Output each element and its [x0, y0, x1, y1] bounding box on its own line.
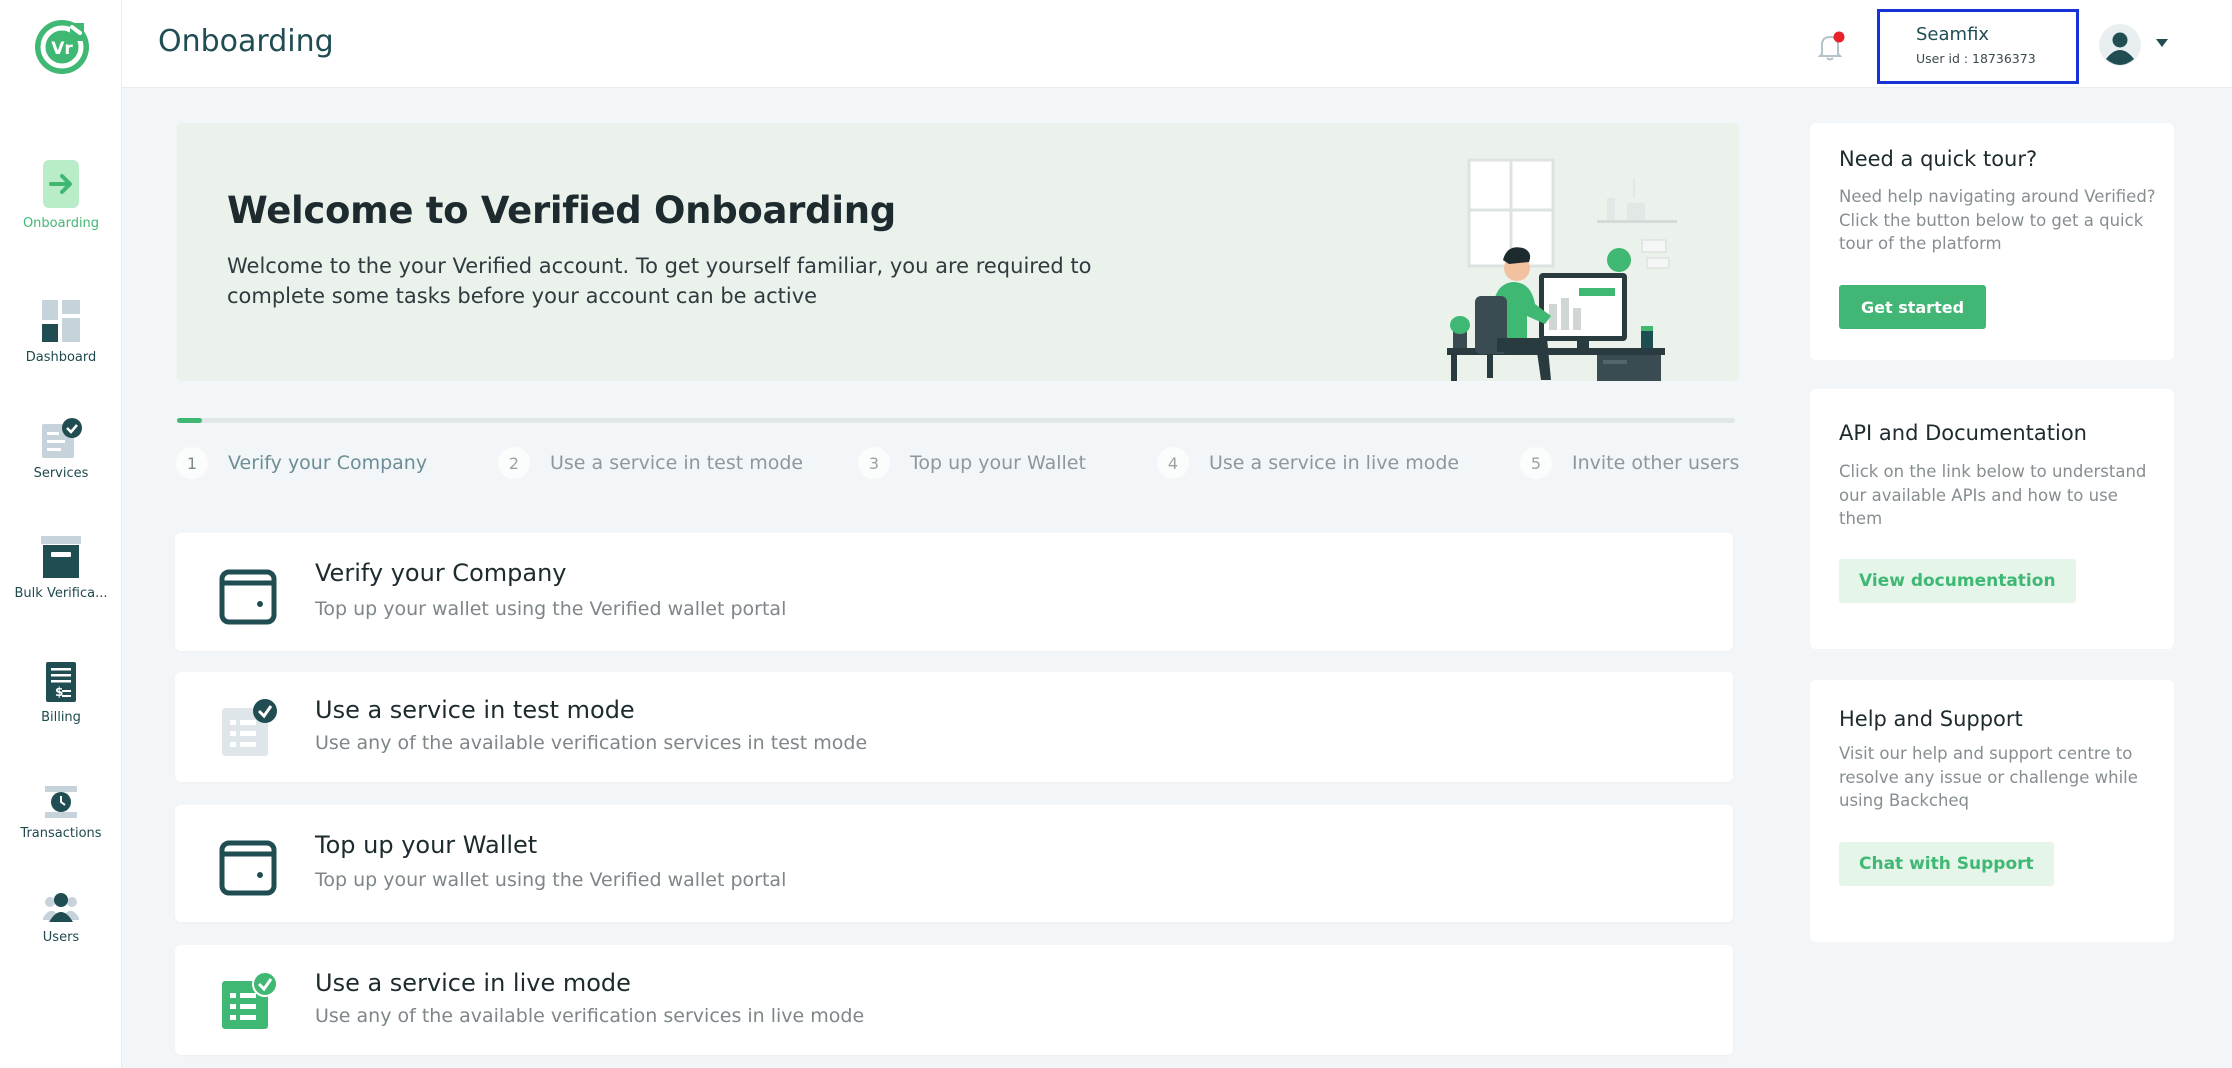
checklist-gray-icon: [222, 699, 277, 756]
sidebar-item-bulk-verification[interactable]: Bulk Verifica...: [0, 536, 122, 601]
top-header: Onboarding Seamfix User id : 18736373: [122, 0, 2232, 88]
user-id: User id : 18736373: [1916, 51, 2036, 66]
task-description: Top up your wallet using the Verified wa…: [315, 869, 787, 891]
task-title: Use a service in test mode: [315, 696, 635, 724]
step-number: 1: [176, 447, 208, 479]
task-description: Use any of the available verification se…: [315, 1005, 865, 1027]
welcome-banner: Welcome to Verified Onboarding Welcome t…: [177, 123, 1739, 381]
step-test-mode[interactable]: 2 Use a service in test mode: [498, 446, 803, 480]
transactions-icon: [45, 786, 77, 818]
api-documentation-card: API and Documentation Click on the link …: [1810, 389, 2174, 649]
onboarding-progress-bar: [177, 418, 1735, 423]
chat-with-support-button[interactable]: Chat with Support: [1839, 842, 2054, 886]
sidebar-item-billing[interactable]: $ Billing: [0, 662, 122, 725]
step-number: 3: [858, 447, 890, 479]
page-title: Onboarding: [158, 24, 334, 59]
view-documentation-button[interactable]: View documentation: [1839, 559, 2076, 603]
sidebar-item-dashboard[interactable]: Dashboard: [0, 300, 122, 365]
step-number: 5: [1520, 447, 1552, 479]
task-title: Top up your Wallet: [315, 831, 538, 859]
sidebar-item-label: Onboarding: [22, 216, 100, 231]
sidebar-item-label: Transactions: [20, 826, 102, 841]
card-title: Help and Support: [1839, 707, 2023, 731]
sidebar-item-services[interactable]: Services: [0, 418, 122, 481]
task-title: Verify your Company: [315, 559, 567, 587]
sidebar-item-label: Services: [33, 466, 89, 481]
step-top-up-wallet[interactable]: 3 Top up your Wallet: [858, 446, 1086, 480]
step-verify-company[interactable]: 1 Verify your Company: [176, 446, 427, 480]
card-text: Visit our help and support centre to res…: [1839, 744, 2138, 810]
services-icon: [42, 418, 82, 458]
invoice-icon: $: [46, 662, 76, 702]
sidebar-item-label: Dashboard: [25, 350, 97, 365]
step-label: Invite other users: [1572, 452, 1740, 474]
avatar-icon[interactable]: [2099, 24, 2141, 66]
welcome-text: Welcome to the your Verified account. To…: [227, 254, 1092, 308]
checklist-green-icon: [222, 971, 278, 1029]
task-title: Use a service in live mode: [315, 969, 631, 997]
step-invite-users[interactable]: 5 Invite other users: [1520, 446, 1739, 480]
arrow-right-icon: [43, 160, 79, 208]
developer-at-desk-illustration: [1447, 158, 1677, 381]
card-text: Need help navigating around Verified? Cl…: [1839, 187, 2156, 253]
welcome-title: Welcome to Verified Onboarding: [227, 189, 896, 232]
task-card-test-mode[interactable]: Use a service in test mode Use any of th…: [175, 672, 1733, 782]
card-title: Need a quick tour?: [1839, 147, 2038, 171]
task-card-verify-company[interactable]: Verify your Company Top up your wallet u…: [175, 533, 1733, 651]
chevron-down-icon[interactable]: [2155, 38, 2169, 48]
sidebar-item-onboarding[interactable]: Onboarding: [0, 160, 122, 231]
verified-logo-icon[interactable]: Vr: [34, 19, 90, 75]
users-icon: [43, 893, 79, 922]
step-number: 2: [498, 447, 530, 479]
archive-box-icon: [41, 536, 81, 578]
help-support-card: Help and Support Visit our help and supp…: [1810, 680, 2174, 942]
wallet-icon: [219, 840, 277, 896]
user-account-box[interactable]: Seamfix User id : 18736373: [1877, 9, 2079, 84]
dashboard-icon: [42, 300, 80, 342]
sidebar-item-label: Users: [42, 930, 80, 945]
step-label: Top up your Wallet: [910, 452, 1086, 474]
card-text: Click on the link below to understand ou…: [1839, 462, 2147, 528]
sidebar-item-label: Billing: [41, 710, 81, 725]
notification-bell-icon[interactable]: [1812, 28, 1848, 64]
step-number: 4: [1157, 447, 1189, 479]
step-label: Verify your Company: [228, 452, 428, 474]
step-label: Use a service in test mode: [550, 452, 804, 474]
step-label: Use a service in live mode: [1209, 452, 1460, 474]
task-description: Use any of the available verification se…: [315, 732, 868, 754]
card-title: API and Documentation: [1839, 421, 2087, 445]
wallet-icon: [219, 569, 277, 625]
task-description: Top up your wallet using the Verified wa…: [315, 598, 787, 620]
get-started-button[interactable]: Get started: [1839, 285, 1987, 329]
task-card-top-up-wallet[interactable]: Top up your Wallet Top up your wallet us…: [175, 805, 1733, 922]
sidebar-item-label: Bulk Verifica...: [14, 586, 108, 601]
quick-tour-card: Need a quick tour? Need help navigating …: [1810, 123, 2174, 360]
sidebar: Vr Onboarding Dashboard Services Bulk Ve…: [0, 0, 122, 1068]
svg-text:Vr: Vr: [51, 39, 73, 59]
sidebar-item-transactions[interactable]: Transactions: [0, 786, 122, 841]
step-live-mode[interactable]: 4 Use a service in live mode: [1157, 446, 1459, 480]
task-card-live-mode[interactable]: Use a service in live mode Use any of th…: [175, 945, 1733, 1055]
sidebar-item-users[interactable]: Users: [0, 892, 122, 945]
user-name: Seamfix: [1916, 24, 1990, 45]
onboarding-progress-fill: [177, 418, 202, 423]
